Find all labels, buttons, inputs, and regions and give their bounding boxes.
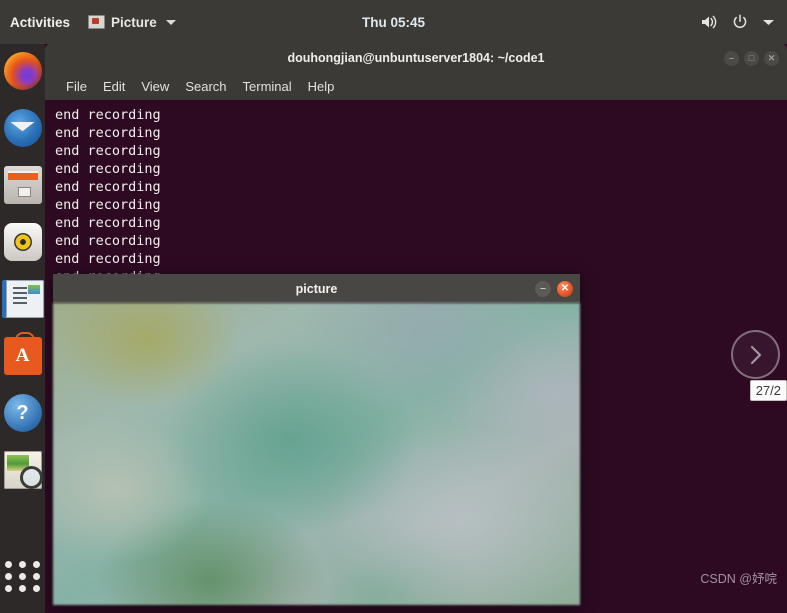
image-counter: 27/2 [749,380,787,401]
top-bar: Activities Picture Thu 05:45 [0,0,787,44]
terminal-menu-bar: File Edit View Search Terminal Help [45,72,787,100]
next-image-button[interactable] [731,330,780,379]
chevron-down-icon [165,19,176,25]
app-menu-label: Picture [111,14,157,30]
volume-icon[interactable] [700,14,718,30]
menu-item-help[interactable]: Help [308,79,335,94]
picture-title: picture [295,281,338,296]
system-tray [700,14,787,30]
menu-item-terminal[interactable]: Terminal [243,79,292,94]
thunderbird-icon[interactable] [3,109,42,147]
rhythmbox-icon[interactable] [3,223,42,261]
menu-item-view[interactable]: View [141,79,169,94]
activities-button[interactable]: Activities [0,15,82,30]
libreoffice-writer-icon[interactable] [1,280,44,318]
close-button[interactable]: ✕ [557,280,573,297]
files-icon[interactable] [3,166,42,204]
chevron-right-icon [750,345,761,364]
launcher-dock: ? [0,44,45,613]
picture-app-icon [88,15,106,29]
maximize-button[interactable]: □ [744,50,759,66]
close-button[interactable]: ✕ [764,50,779,66]
picture-window[interactable]: picture – ✕ [53,274,580,605]
terminal-title-bar[interactable]: douhongjian@unbuntuserver1804: ~/code1 –… [45,44,787,72]
ubuntu-software-icon[interactable] [3,332,42,375]
image-viewer-icon[interactable] [3,451,43,489]
firefox-icon[interactable] [3,52,42,90]
menu-item-edit[interactable]: Edit [103,79,125,94]
app-menu-picture[interactable]: Picture [82,15,182,30]
minimize-button[interactable]: – [535,280,551,297]
terminal-title: douhongjian@unbuntuserver1804: ~/code1 [287,51,545,65]
menu-item-file[interactable]: File [66,79,87,94]
watermark: CSDN @妤唍 [700,572,777,586]
system-menu-chevron-icon[interactable] [762,18,775,27]
terminal-window-controls: – □ ✕ [724,44,779,72]
power-icon[interactable] [732,14,748,30]
picture-window-controls: – ✕ [535,274,573,303]
picture-canvas [53,303,580,605]
picture-title-bar[interactable]: picture – ✕ [53,274,580,303]
help-icon[interactable]: ? [3,394,42,432]
show-applications-icon[interactable] [0,553,46,599]
menu-item-search[interactable]: Search [185,79,226,94]
desktop-background: Activities Picture Thu 05:45 douhongjian… [0,0,787,613]
minimize-button[interactable]: – [724,50,739,66]
